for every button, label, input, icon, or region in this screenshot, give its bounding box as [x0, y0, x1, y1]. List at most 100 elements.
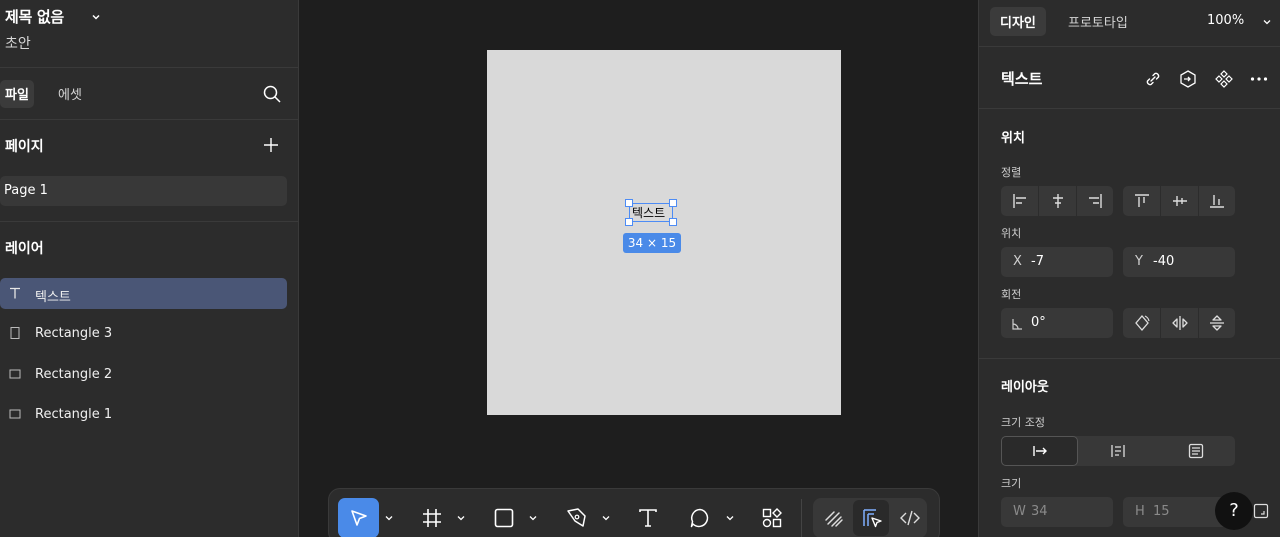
component-icon[interactable] — [1214, 69, 1234, 89]
text-icon — [10, 287, 20, 299]
divider — [979, 46, 1280, 47]
transform-group — [1123, 308, 1235, 338]
actions-tool-button[interactable] — [757, 498, 787, 537]
align-bottom-icon — [1210, 195, 1224, 208]
y-label: Y — [1135, 254, 1143, 269]
left-panel: 제목 없음 초안 파일 에셋 페이지 Page 1 레이어 텍스트 Rectan… — [0, 0, 299, 537]
code-icon — [900, 510, 920, 526]
layers-title: 레이어 — [5, 241, 44, 257]
rotate-icon — [1134, 315, 1150, 331]
chevron-down-icon[interactable] — [1262, 17, 1272, 27]
auto-width-icon — [1032, 446, 1047, 456]
dev-mode-button[interactable] — [857, 498, 887, 537]
layer-item-text[interactable]: 텍스트 — [0, 278, 287, 309]
align-left-button[interactable] — [1001, 186, 1038, 216]
resize-handle[interactable] — [669, 199, 677, 207]
tab-assets[interactable]: 에셋 — [58, 84, 82, 103]
x-label: X — [1013, 254, 1022, 269]
auto-width-button[interactable] — [1001, 436, 1078, 466]
selected-text-object[interactable]: 텍스트 — [629, 203, 673, 222]
chevron-down-icon[interactable] — [384, 513, 394, 523]
resizing-group — [1001, 436, 1235, 466]
y-field[interactable]: Y -40 — [1123, 247, 1235, 277]
horizontal-align-group — [1001, 186, 1113, 216]
resize-handle[interactable] — [625, 218, 633, 226]
move-tool-button[interactable] — [338, 498, 379, 537]
align-right-button[interactable] — [1077, 186, 1113, 216]
align-bottom-button[interactable] — [1199, 186, 1235, 216]
tab-design[interactable]: 디자인 — [990, 7, 1046, 36]
rotate-button[interactable] — [1123, 308, 1160, 338]
file-header: 제목 없음 초안 — [0, 0, 298, 68]
fixed-size-icon — [1188, 443, 1204, 459]
comment-icon — [690, 508, 709, 528]
layer-item-rectangle-3[interactable]: Rectangle 3 — [0, 318, 287, 349]
pen-tool-button[interactable] — [561, 498, 591, 537]
align-center-v-button[interactable] — [1161, 186, 1198, 216]
variable-icon[interactable] — [1178, 69, 1198, 89]
layer-item-rectangle-2[interactable]: Rectangle 2 — [0, 359, 287, 390]
resizing-label: 크기 조정 — [1001, 416, 1045, 429]
tab-files[interactable]: 파일 — [0, 80, 34, 108]
flip-horizontal-icon — [1171, 316, 1188, 330]
chevron-down-icon[interactable] — [725, 513, 735, 523]
layer-item-rectangle-1[interactable]: Rectangle 1 — [0, 399, 287, 430]
rectangle-icon — [494, 508, 514, 528]
auto-height-icon — [1111, 445, 1125, 457]
resize-handle[interactable] — [625, 199, 633, 207]
comment-tool-button[interactable] — [685, 498, 715, 537]
resize-corner-icon[interactable] — [1253, 503, 1269, 519]
right-panel: 디자인 프로토타입 100% 텍스트 위치 정렬 위치 X -7 Y -40 회… — [978, 0, 1280, 537]
rectangle-icon — [9, 369, 21, 379]
resize-handle[interactable] — [669, 218, 677, 226]
text-icon — [639, 509, 657, 527]
size-label: 크기 — [1001, 477, 1022, 490]
align-center-h-icon — [1052, 194, 1063, 208]
align-top-icon — [1134, 194, 1149, 207]
y-value: -40 — [1153, 254, 1175, 269]
page-item-label: Page 1 — [4, 183, 48, 198]
layout-section-title: 레이아웃 — [1001, 380, 1049, 395]
divider — [801, 499, 802, 537]
divider — [979, 108, 1280, 109]
align-top-button[interactable] — [1123, 186, 1160, 216]
help-button[interactable]: ? — [1215, 492, 1253, 530]
align-label: 정렬 — [1001, 166, 1022, 179]
rectangle-tool-button[interactable] — [489, 498, 519, 537]
fixed-size-button[interactable] — [1157, 436, 1235, 466]
align-left-icon — [1012, 194, 1026, 208]
page-item[interactable]: Page 1 — [0, 176, 287, 206]
width-field[interactable]: W 34 — [1001, 497, 1113, 527]
align-center-h-button[interactable] — [1039, 186, 1076, 216]
chevron-down-icon[interactable] — [528, 513, 538, 523]
left-tabs: 파일 에셋 — [0, 69, 298, 120]
auto-height-button[interactable] — [1079, 436, 1157, 466]
w-label: W — [1013, 504, 1026, 519]
x-field[interactable]: X -7 — [1001, 247, 1113, 277]
x-value: -7 — [1031, 254, 1044, 269]
chevron-down-icon[interactable] — [90, 11, 102, 23]
chevron-down-icon[interactable] — [601, 513, 611, 523]
flip-vertical-button[interactable] — [1199, 308, 1235, 338]
chevron-down-icon[interactable] — [456, 513, 466, 523]
draw-mode-button[interactable] — [819, 498, 849, 537]
flip-vertical-icon — [1210, 315, 1224, 331]
link-icon[interactable] — [1143, 69, 1163, 89]
align-center-v-icon — [1172, 196, 1187, 206]
plus-icon[interactable] — [261, 135, 281, 155]
code-mode-button[interactable] — [895, 498, 925, 537]
layer-label: Rectangle 2 — [35, 367, 113, 382]
more-icon[interactable] — [1249, 69, 1269, 89]
pages-header: 페이지 — [0, 121, 298, 168]
flip-horizontal-button[interactable] — [1161, 308, 1198, 338]
text-tool-button[interactable] — [633, 498, 663, 537]
zoom-level[interactable]: 100% — [1207, 13, 1244, 28]
tab-prototype[interactable]: 프로토타입 — [1068, 12, 1128, 31]
divider — [0, 221, 298, 222]
h-label: H — [1135, 504, 1145, 519]
search-icon[interactable] — [262, 84, 282, 104]
file-title[interactable]: 제목 없음 — [5, 6, 64, 27]
rotation-field[interactable]: 0° — [1001, 308, 1113, 338]
frame-tool-button[interactable] — [417, 498, 447, 537]
canvas[interactable]: 텍스트 34 × 15 — [299, 0, 978, 537]
